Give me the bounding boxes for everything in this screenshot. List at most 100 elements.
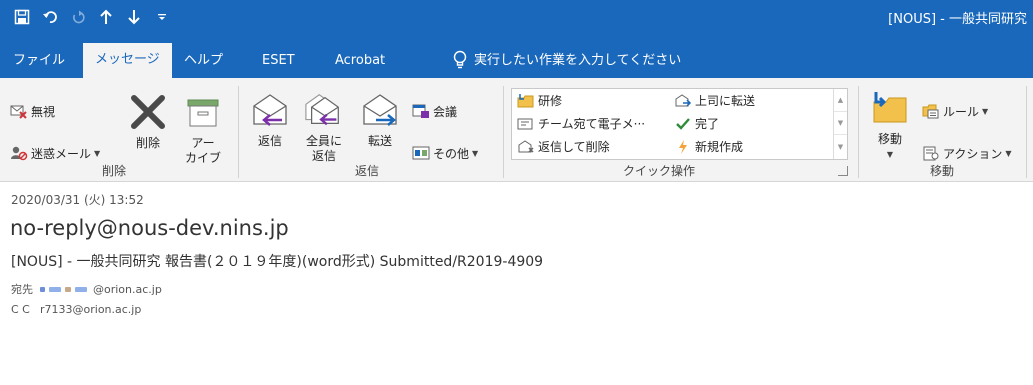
meeting-button[interactable]: 会議 — [412, 102, 457, 120]
quick-step-training-label: 研修 — [538, 94, 563, 108]
tell-me-search[interactable]: 実行したい作業を入力してください — [452, 47, 681, 77]
team-email-icon — [517, 116, 535, 132]
more-icon — [412, 144, 430, 162]
move-button[interactable]: 移動 ▼ — [868, 88, 912, 162]
archive-label-line2: カイブ — [184, 151, 221, 165]
chevron-down-icon: ▼ — [1005, 148, 1012, 158]
chevron-down-icon: ▼ — [886, 150, 894, 159]
archive-button[interactable]: アー カイブ — [180, 92, 226, 166]
checkmark-icon — [674, 116, 692, 132]
ignore-button[interactable]: 無視 — [10, 102, 55, 120]
reply-all-label-line2: 返信 — [311, 149, 336, 163]
delete-button[interactable]: 削除 — [128, 92, 168, 151]
reply-all-envelope-icon — [304, 90, 344, 130]
actions-icon — [922, 144, 940, 162]
ignore-icon — [10, 102, 28, 120]
to-label: 宛先 — [11, 283, 33, 296]
reply-button[interactable]: 返信 — [250, 90, 290, 149]
move-group-label: 移動 — [930, 164, 955, 178]
cc-label: C C — [11, 303, 30, 316]
actions-label: アクション — [943, 146, 1003, 161]
move-folder-icon — [870, 88, 910, 128]
tab-eset[interactable]: ESET — [262, 47, 295, 78]
group-separator — [503, 86, 504, 178]
quick-steps-scrollbar[interactable]: ▲ ▼ ▼ — [833, 89, 847, 159]
rules-icon — [922, 102, 940, 120]
mail-header: 2020/03/31 (火) 13:52 no-reply@nous-dev.n… — [0, 182, 1033, 385]
chevron-down-icon: ▼ — [472, 148, 479, 158]
redo-icon[interactable] — [64, 6, 92, 28]
lightning-icon — [674, 139, 692, 155]
to-line: 宛先 @orion.ac.jp — [11, 281, 162, 297]
scroll-up-icon[interactable]: ▲ — [834, 89, 847, 112]
quick-step-reply-delete-label: 返信して削除 — [538, 140, 610, 154]
scroll-down-icon[interactable]: ▼ — [834, 112, 847, 135]
reply-all-label-line1: 全員に — [305, 134, 342, 148]
quick-step-done[interactable]: 完了 — [674, 115, 719, 132]
forward-arrow-icon — [674, 93, 692, 109]
customize-qat-icon[interactable] — [148, 6, 176, 28]
delete-label: 削除 — [135, 136, 160, 150]
folder-arrow-icon — [517, 93, 535, 109]
gallery-expand-icon[interactable]: ▼ — [834, 135, 847, 158]
junk-icon — [10, 144, 28, 162]
rules-label: ルール — [943, 104, 980, 119]
junk-label: 迷惑メール — [31, 146, 92, 161]
meeting-icon — [412, 102, 430, 120]
tab-file[interactable]: ファイル — [13, 47, 65, 78]
quick-step-done-label: 完了 — [695, 117, 720, 131]
tab-message[interactable]: メッセージ — [83, 43, 172, 78]
quick-steps-gallery: 研修 上司に転送 チーム宛て電子メ··· 完了 返信して削除 新規作成 ▲ ▼ … — [511, 88, 848, 160]
chevron-down-icon: ▼ — [982, 106, 989, 116]
mail-subject: [NOUS] - 一般共同研究 報告書(２０１９年度)(word形式) Subm… — [11, 254, 544, 270]
reply-delete-icon — [517, 139, 535, 155]
archive-label-line1: アー — [191, 136, 215, 150]
tab-help[interactable]: ヘルプ — [184, 47, 223, 78]
quick-step-reply-delete[interactable]: 返信して削除 — [517, 138, 610, 155]
actions-button[interactable]: アクション ▼ — [922, 144, 1012, 162]
move-label: 移動 — [877, 132, 902, 146]
previous-item-icon[interactable] — [92, 6, 120, 28]
window-title: [NOUS] - 一般共同研究 — [888, 12, 1027, 27]
dialog-launcher-icon[interactable] — [838, 166, 848, 176]
rules-button[interactable]: ルール ▼ — [922, 102, 988, 120]
delete-group-label: 削除 — [102, 164, 127, 178]
forward-envelope-icon — [360, 90, 400, 130]
quick-step-training[interactable]: 研修 — [517, 92, 562, 109]
quick-steps-group-label: クイック操作 — [623, 164, 696, 178]
reply-envelope-icon — [250, 90, 290, 130]
more-respond-label: その他 — [433, 146, 470, 161]
save-icon[interactable] — [8, 6, 36, 28]
sender-address[interactable]: no-reply@nous-dev.nins.jp — [10, 216, 289, 240]
sent-date: 2020/03/31 (火) 13:52 — [11, 193, 144, 207]
ignore-label: 無視 — [31, 104, 56, 119]
cc-address[interactable]: r7133@orion.ac.jp — [40, 303, 141, 316]
next-item-icon[interactable] — [120, 6, 148, 28]
group-separator — [1026, 86, 1027, 178]
quick-step-create-new-label: 新規作成 — [695, 140, 744, 154]
tell-me-placeholder: 実行したい作業を入力してください — [474, 53, 682, 68]
quick-step-to-manager[interactable]: 上司に転送 — [674, 92, 755, 109]
tab-acrobat[interactable]: Acrobat — [335, 47, 385, 78]
ribbon-tab-row: ファイル メッセージ ヘルプ ESET Acrobat 実行したい作業を入力して… — [0, 33, 1033, 78]
reply-label: 返信 — [257, 134, 282, 148]
more-respond-button[interactable]: その他 ▼ — [412, 144, 478, 162]
group-separator — [858, 86, 859, 178]
quick-access-toolbar — [8, 6, 176, 28]
archive-box-icon — [183, 92, 223, 132]
meeting-label: 会議 — [433, 104, 458, 119]
quick-step-team-email[interactable]: チーム宛て電子メ··· — [517, 115, 645, 132]
delete-x-icon — [128, 92, 168, 132]
to-address[interactable]: @orion.ac.jp — [93, 283, 162, 296]
forward-button[interactable]: 転送 — [360, 90, 400, 149]
quick-step-create-new[interactable]: 新規作成 — [674, 138, 743, 155]
chevron-down-icon: ▼ — [94, 148, 101, 158]
junk-button[interactable]: 迷惑メール ▼ — [10, 144, 100, 162]
quick-step-team-email-label: チーム宛て電子メ··· — [538, 117, 646, 131]
reply-all-button[interactable]: 全員に 返信 — [302, 90, 346, 164]
forward-label: 転送 — [367, 134, 392, 148]
undo-icon[interactable] — [36, 6, 64, 28]
ribbon: 無視 迷惑メール ▼ 削除 アー カイブ 削除 返信 全員に 返信 転送 会議 … — [0, 78, 1033, 182]
cc-line: C C r7133@orion.ac.jp — [11, 303, 141, 316]
redacted-recipient — [40, 286, 91, 292]
